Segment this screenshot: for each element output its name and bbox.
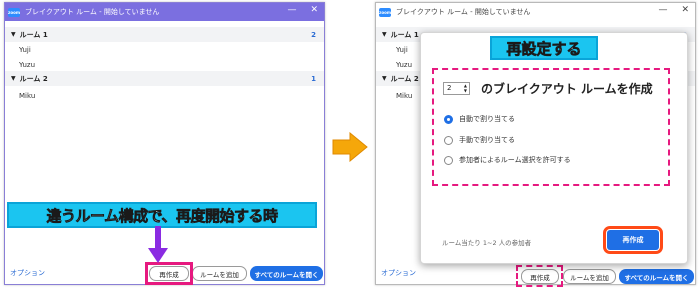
recreate-highlight-box bbox=[516, 265, 563, 287]
title-bar: zoom ブレイクアウト ルーム - 開始していません — ✕ bbox=[5, 3, 324, 21]
radio-label: 手動で割り当てる bbox=[459, 136, 515, 144]
room-label: ルーム 2 bbox=[19, 74, 48, 83]
minimize-icon[interactable]: — bbox=[287, 5, 296, 15]
radio-label: 自動で割り当てる bbox=[459, 115, 515, 123]
radio-let-participants-choose[interactable]: 参加者によるルーム選択を許可する bbox=[444, 155, 571, 165]
participant-item[interactable]: Yuji bbox=[396, 46, 408, 54]
open-all-rooms-button[interactable]: すべてのルームを開く bbox=[250, 266, 323, 281]
close-icon[interactable]: ✕ bbox=[310, 5, 318, 15]
options-link[interactable]: オプション bbox=[381, 268, 416, 278]
radio-button[interactable] bbox=[444, 155, 453, 165]
participants-per-room-text: ルーム当たり 1~2 人の参加者 bbox=[442, 239, 532, 247]
arrow-down-icon bbox=[148, 226, 168, 263]
zoom-logo-icon: zoom bbox=[8, 7, 20, 17]
participant-item[interactable]: Miku bbox=[19, 92, 35, 100]
room-label: ルーム 2 bbox=[390, 74, 419, 83]
dialog-recreate-button[interactable]: 再作成 bbox=[603, 226, 663, 254]
add-room-button[interactable]: ルームを追加 bbox=[563, 269, 616, 284]
caret-down-icon: ▼ bbox=[11, 31, 16, 38]
caption-banner-right: 再設定する bbox=[490, 36, 598, 60]
chevron-up-down-icon[interactable]: ▲ ▼ bbox=[464, 83, 467, 93]
bottom-bar: オプション 再作成 ルームを追加 すべてのルームを開く bbox=[5, 262, 324, 285]
participant-item[interactable]: Yuji bbox=[19, 46, 31, 54]
radio-label: 参加者によるルーム選択を許可する bbox=[459, 156, 571, 164]
arrow-right-icon bbox=[332, 132, 368, 162]
participant-item[interactable]: Yuzu bbox=[396, 61, 412, 69]
window-title: ブレイクアウト ルーム - 開始していません bbox=[25, 8, 160, 16]
room-count: 1 bbox=[311, 74, 316, 83]
options-link[interactable]: オプション bbox=[10, 268, 45, 278]
caret-down-icon: ▼ bbox=[382, 31, 387, 38]
radio-manual-assign[interactable]: 手動で割り当てる bbox=[444, 135, 515, 145]
minimize-icon[interactable]: — bbox=[658, 5, 667, 15]
add-room-button[interactable]: ルームを追加 bbox=[192, 266, 247, 281]
create-rooms-label: のブレイクアウト ルームを作成 bbox=[481, 82, 653, 96]
caption-banner-left: 違うルーム構成で、再度開始する時 bbox=[7, 202, 317, 228]
room-label: ルーム 1 bbox=[390, 30, 419, 39]
room-2-header[interactable]: ▼ ルーム 2 1 bbox=[5, 71, 324, 86]
room-count: 2 bbox=[311, 30, 316, 39]
radio-button[interactable] bbox=[444, 135, 453, 145]
title-bar: zoom ブレイクアウト ルーム - 開始していません — ✕ bbox=[376, 3, 695, 21]
participant-item[interactable]: Yuzu bbox=[19, 61, 35, 69]
radio-button-checked[interactable] bbox=[444, 114, 453, 124]
close-icon[interactable]: ✕ bbox=[681, 5, 689, 15]
room-count-stepper[interactable]: 2 ▲ ▼ bbox=[443, 82, 470, 95]
recreate-highlight-box bbox=[145, 262, 193, 285]
room-1-header[interactable]: ▼ ルーム 1 2 bbox=[5, 27, 324, 42]
caret-down-icon: ▼ bbox=[11, 75, 16, 82]
radio-auto-assign[interactable]: 自動で割り当てる bbox=[444, 114, 515, 124]
window-title: ブレイクアウト ルーム - 開始していません bbox=[396, 8, 531, 16]
caret-down-icon: ▼ bbox=[382, 75, 387, 82]
room-count-value: 2 bbox=[447, 84, 452, 92]
participant-item[interactable]: Miku bbox=[396, 92, 412, 100]
open-all-rooms-button[interactable]: すべてのルームを開く bbox=[619, 269, 694, 284]
room-label: ルーム 1 bbox=[19, 30, 48, 39]
zoom-logo-icon: zoom bbox=[379, 7, 391, 17]
